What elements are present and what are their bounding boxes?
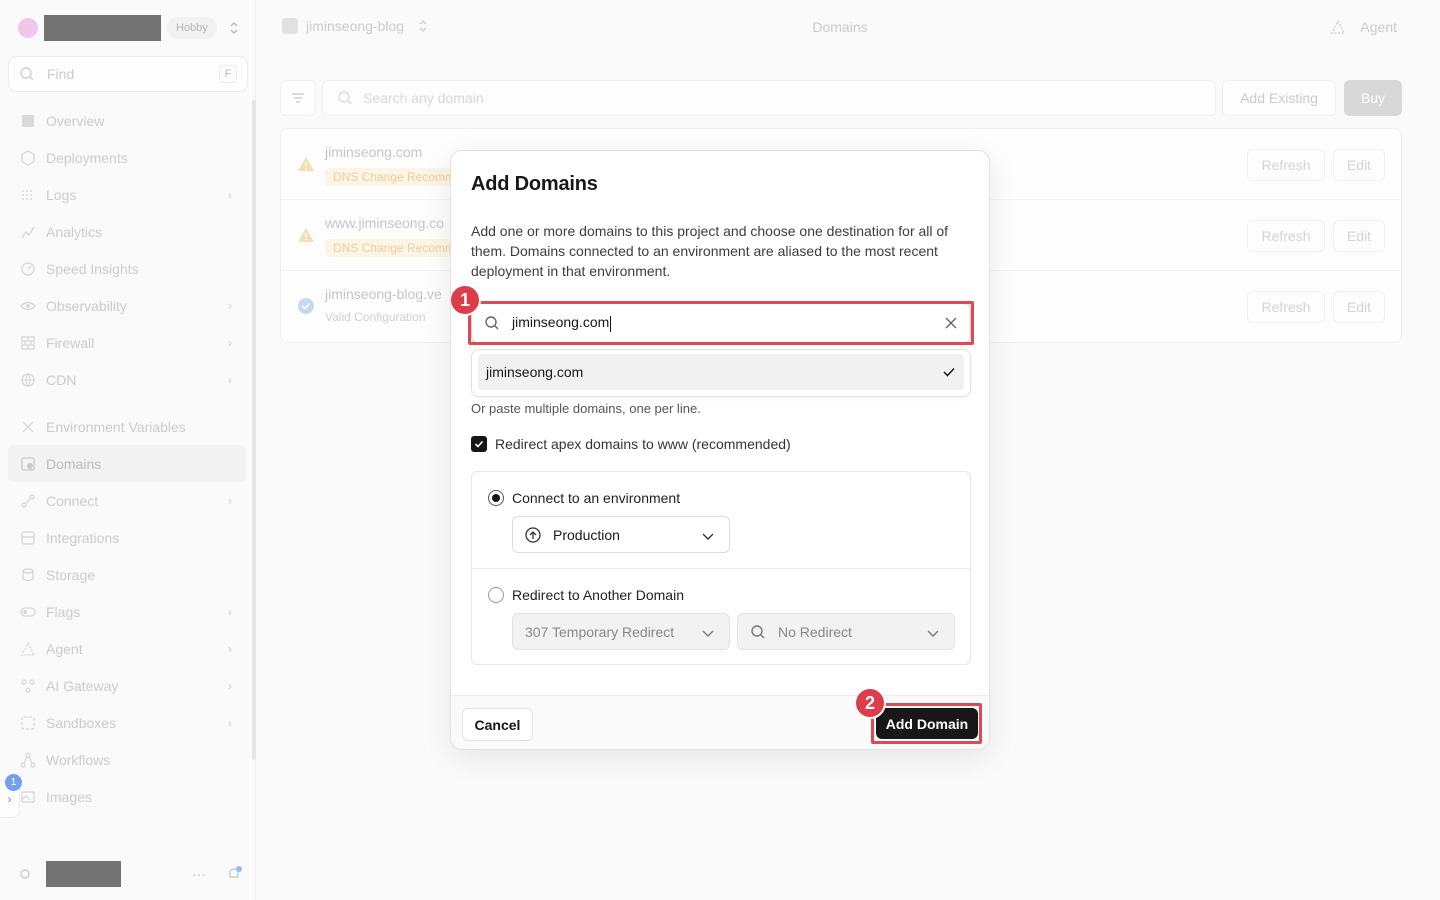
highlight-box-step-1 (468, 301, 974, 345)
dialog-footer: Cancel Add Domain (451, 695, 989, 749)
chevron-down-icon (927, 630, 939, 637)
suggestion-label: jiminseong.com (486, 364, 584, 380)
dialog-title: Add Domains (471, 173, 598, 195)
destination-options: Connect to an environment Production Red… (471, 471, 971, 665)
redirect-apex-label: Redirect apex domains to www (recommende… (495, 436, 791, 452)
radio-selected[interactable] (488, 490, 504, 506)
suggestion-option[interactable]: jiminseong.com (478, 354, 964, 390)
chevron-down-icon (702, 533, 714, 540)
redirect-domain-radio-row[interactable]: Redirect to Another Domain (488, 587, 684, 603)
radio-unselected[interactable] (488, 587, 504, 603)
redirect-domain-label: Redirect to Another Domain (512, 587, 684, 603)
add-domains-dialog: Add Domains Add one or more domains to t… (450, 150, 990, 750)
connect-env-radio-row[interactable]: Connect to an environment (488, 490, 680, 506)
redirect-type-value: 307 Temporary Redirect (525, 623, 675, 640)
redirect-apex-checkbox[interactable]: Redirect apex domains to www (recommende… (471, 436, 791, 452)
check-icon (943, 367, 955, 377)
step-2-marker: 2 (854, 687, 886, 719)
redirect-type-select[interactable]: 307 Temporary Redirect (512, 613, 730, 650)
connect-env-label: Connect to an environment (512, 490, 681, 506)
connect-environment-section: Connect to an environment Production (472, 472, 970, 569)
environment-select[interactable]: Production (512, 516, 730, 553)
step-1-marker: 1 (451, 284, 481, 316)
environment-value: Production (553, 526, 620, 543)
dialog-description: Add one or more domains to this project … (471, 223, 949, 279)
arrow-up-circle-icon (525, 526, 541, 543)
redirect-domain-section: Redirect to Another Domain 307 Temporary… (472, 569, 970, 665)
chevron-down-icon (702, 630, 714, 637)
redirect-target-value: No Redirect (778, 623, 852, 640)
redirect-target-select[interactable]: No Redirect (737, 613, 955, 650)
search-icon (751, 624, 765, 638)
paste-hint: Or paste multiple domains, one per line. (471, 401, 701, 416)
checkbox-checked-icon[interactable] (471, 436, 487, 452)
add-domain-button[interactable]: Add Domain (876, 708, 978, 739)
domain-suggestion-dropdown: jiminseong.com (471, 349, 971, 397)
cancel-button[interactable]: Cancel (462, 708, 533, 741)
